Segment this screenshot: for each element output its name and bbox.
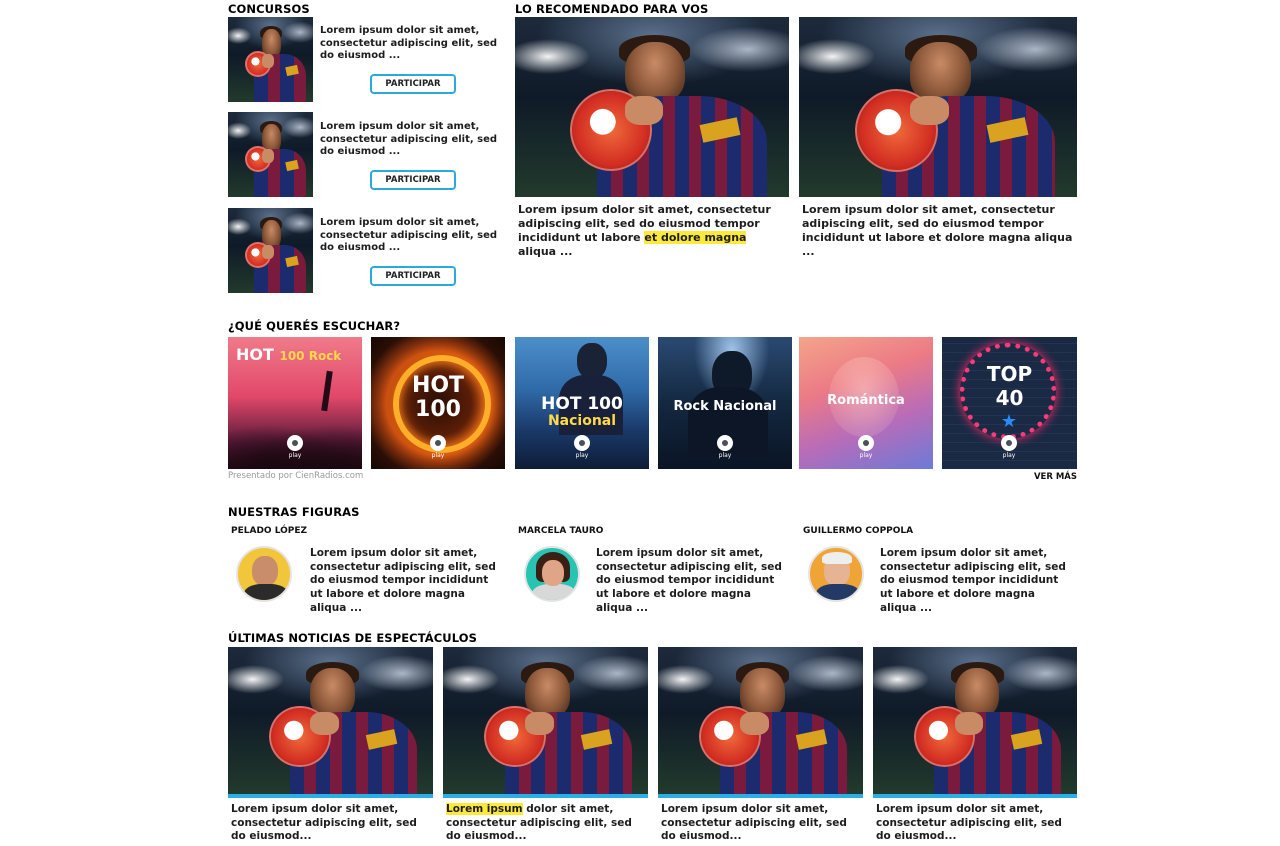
play-logo-icon: play	[715, 435, 735, 463]
noticia-text[interactable]: Lorem ipsum dolor sit amet, consectetur …	[876, 803, 1076, 844]
concurso-text[interactable]: Lorem ipsum dolor sit amet, consectetur …	[320, 217, 500, 255]
playlist-tile-top40[interactable]: TOP 40 ★ play	[942, 337, 1077, 469]
figure-name[interactable]: MARCELA TAURO	[518, 526, 603, 536]
playlist-tile-hot100nacional[interactable]: HOT 100 Nacional play	[515, 337, 649, 469]
playlist-tile-rocknacional[interactable]: Rock Nacional play	[658, 337, 792, 469]
espectaculos-title: ÚLTIMAS NOTICIAS DE ESPECTÁCULOS	[228, 631, 478, 645]
participar-button[interactable]: PARTICIPAR	[370, 74, 456, 94]
concurso-image[interactable]	[228, 208, 313, 293]
highlighted-text: Lorem ipsum	[446, 803, 523, 815]
noticia-image[interactable]	[873, 647, 1077, 794]
noticia-text[interactable]: Lorem ipsum dolor sit amet, consectetur …	[231, 803, 433, 844]
recomendado-image[interactable]	[515, 17, 789, 197]
figure-text[interactable]: Lorem ipsum dolor sit amet, consectetur …	[880, 547, 1072, 616]
figuras-title: NUESTRAS FIGURAS	[228, 505, 360, 519]
avatar[interactable]	[808, 546, 864, 602]
tile-label: HOT	[236, 345, 274, 364]
highlighted-text: et dolore magna	[644, 231, 747, 244]
tile-label: HOT	[411, 373, 465, 398]
avatar[interactable]	[236, 546, 292, 602]
participar-button[interactable]: PARTICIPAR	[370, 266, 456, 286]
news-accent-bar	[443, 794, 648, 798]
recomendado-title: LO RECOMENDADO PARA VOS	[515, 2, 709, 16]
concurso-text[interactable]: Lorem ipsum dolor sit amet, consectetur …	[320, 121, 500, 159]
playlist-tile-hot100rock[interactable]: HOT 100 Rock play	[228, 337, 362, 469]
star-icon: ★	[1000, 411, 1018, 431]
participar-button[interactable]: PARTICIPAR	[370, 170, 456, 190]
recomendado-image[interactable]	[799, 17, 1077, 197]
avatar[interactable]	[524, 546, 580, 602]
noticia-image[interactable]	[228, 647, 433, 794]
news-accent-bar	[228, 794, 433, 798]
play-logo-icon: play	[428, 435, 448, 463]
playlist-tile-hot100[interactable]: HOT 100 play	[371, 337, 505, 469]
noticia-image[interactable]	[658, 647, 863, 794]
concurso-image[interactable]	[228, 17, 313, 102]
figure-text[interactable]: Lorem ipsum dolor sit amet, consectetur …	[310, 547, 502, 616]
news-accent-bar	[658, 794, 863, 798]
news-accent-bar	[873, 794, 1077, 798]
recomendado-text[interactable]: Lorem ipsum dolor sit amet, consectetur …	[518, 203, 788, 259]
credit-text[interactable]: Presentado por CienRadios.com	[228, 471, 363, 481]
ver-mas-link[interactable]: VER MÁS	[1020, 472, 1077, 482]
play-logo-icon: play	[856, 435, 876, 463]
concurso-text[interactable]: Lorem ipsum dolor sit amet, consectetur …	[320, 25, 500, 63]
recomendado-text[interactable]: Lorem ipsum dolor sit amet, consectetur …	[802, 203, 1074, 259]
tile-sublabel: 100 Rock	[279, 349, 342, 363]
noticia-text[interactable]: Lorem ipsum dolor sit amet, consectetur …	[661, 803, 863, 844]
tile-sublabel: 100	[415, 397, 461, 422]
figure-text[interactable]: Lorem ipsum dolor sit amet, consectetur …	[596, 547, 788, 616]
tile-label: HOT 100	[541, 394, 623, 414]
tile-label: Rock Nacional	[673, 399, 777, 414]
escuchar-title: ¿QUÉ QUERÉS ESCUCHAR?	[228, 319, 401, 333]
play-logo-icon: play	[572, 435, 592, 463]
concursos-title: CONCURSOS	[228, 2, 310, 16]
tile-sublabel: Nacional	[547, 413, 617, 429]
figure-name[interactable]: PELADO LÓPEZ	[231, 526, 307, 536]
figure-name[interactable]: GUILLERMO COPPOLA	[803, 526, 913, 536]
play-logo-icon: play	[999, 435, 1019, 463]
noticia-text[interactable]: Lorem ipsum dolor sit amet, consectetur …	[446, 803, 648, 844]
tile-label: Romántica	[827, 393, 905, 408]
noticia-image[interactable]	[443, 647, 648, 794]
playlist-tile-romantica[interactable]: Romántica play	[799, 337, 933, 469]
tile-label: TOP	[986, 362, 1033, 386]
concurso-image[interactable]	[228, 112, 313, 197]
play-logo-icon: play	[285, 435, 305, 463]
tile-sublabel: 40	[995, 386, 1024, 410]
